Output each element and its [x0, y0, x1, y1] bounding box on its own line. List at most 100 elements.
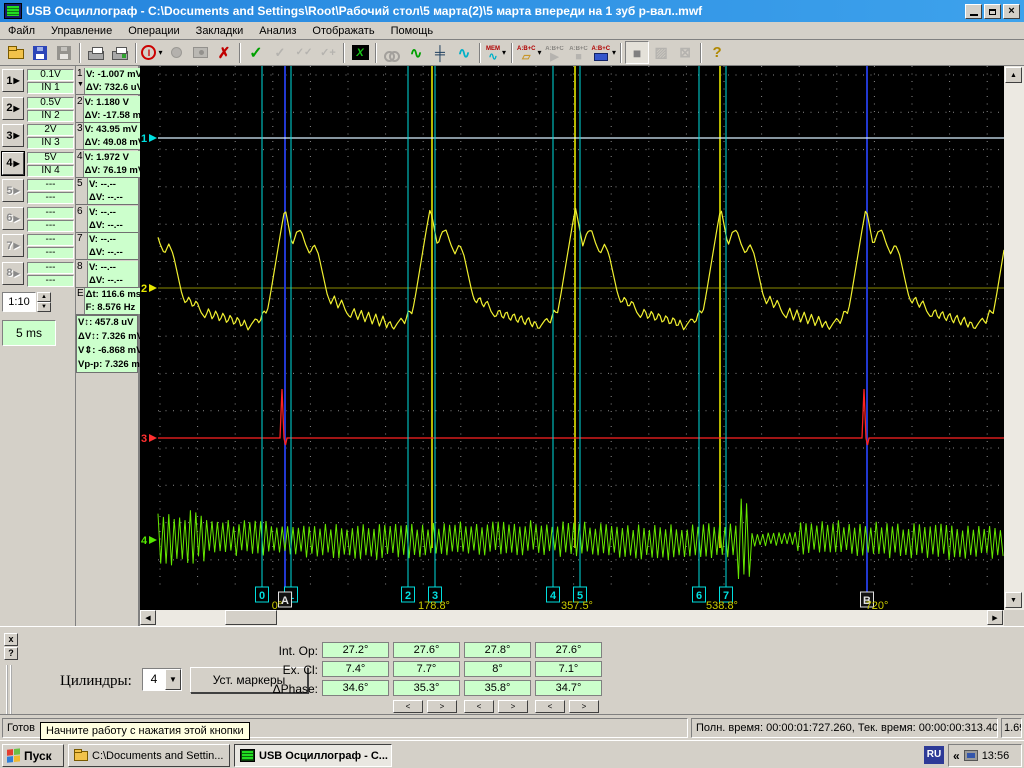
channel-6-range[interactable]: --- — [27, 206, 74, 219]
channel-6-input[interactable]: --- — [27, 219, 74, 232]
delete-markers-button[interactable]: ✗ — [212, 41, 236, 64]
pager-prev-button[interactable]: < — [464, 700, 494, 713]
display-tray-icon[interactable] — [963, 750, 978, 761]
channel-1-input[interactable]: IN 1 — [27, 82, 74, 94]
start-button[interactable]: Пуск — [2, 744, 64, 767]
channel-1-button[interactable]: 1 ▶ — [2, 69, 24, 92]
menu-Файл[interactable]: Файл — [0, 23, 43, 39]
xy-mode-button[interactable]: X — [348, 41, 372, 64]
dropdown-arrow-icon[interactable]: ▾ — [502, 48, 506, 57]
print-button[interactable] — [84, 41, 108, 64]
restore-button[interactable] — [984, 3, 1001, 19]
pager-next-button[interactable]: > — [569, 700, 599, 713]
display-x-button[interactable]: ⊠ — [673, 41, 697, 64]
scroll-left-button[interactable]: ◀ — [140, 610, 156, 625]
start-stop-acquisition-button[interactable]: I ▾ — [140, 41, 164, 64]
display-single-button[interactable]: ■ — [625, 41, 650, 64]
tray-chevron-button[interactable]: « — [953, 749, 960, 763]
record-button[interactable] — [164, 41, 188, 64]
dropdown-arrow-icon[interactable]: ▾ — [538, 48, 542, 57]
pager-next-button[interactable]: > — [498, 700, 528, 713]
panel-help-button[interactable]: ? — [4, 647, 18, 660]
channel-3-button[interactable]: 3 ▶ — [2, 124, 24, 147]
menu-Закладки[interactable]: Закладки — [188, 23, 252, 39]
channel-7-range[interactable]: --- — [27, 234, 74, 246]
task-button-2[interactable]: USB Осциллограф - С... — [234, 744, 392, 767]
channel-5-input[interactable]: --- — [27, 192, 74, 204]
channel-8-range[interactable]: --- — [27, 261, 74, 274]
menu-Отображать[interactable]: Отображать — [304, 23, 382, 39]
menu-Анализ[interactable]: Анализ — [251, 23, 304, 39]
export-file-button[interactable] — [52, 41, 76, 64]
language-indicator[interactable]: RU — [924, 746, 944, 764]
help-button[interactable]: ? — [705, 41, 729, 64]
timebase-value[interactable]: 5 ms — [2, 320, 56, 346]
channel-3-input[interactable]: IN 3 — [27, 137, 74, 149]
search-button[interactable] — [380, 41, 404, 64]
channel-7-input[interactable]: --- — [27, 247, 74, 259]
abc-stop-button[interactable]: A:B+C ■ — [567, 41, 591, 64]
vertical-cursors-button[interactable]: ╪ — [428, 41, 452, 64]
channel-5-button[interactable]: 5 ▶ — [2, 179, 24, 202]
apply-check-button[interactable]: ✓ — [244, 41, 268, 64]
channel-6-button[interactable]: 6 ▶ — [2, 206, 24, 230]
analysis-panel: x ? Цилиндры: 4 ▼ Уст. маркеры Int. Op: 2… — [0, 626, 1024, 735]
check-save-button[interactable]: ✓ — [268, 41, 292, 64]
close-button[interactable]: × — [1003, 3, 1020, 19]
channel-1-range[interactable]: 0.1V — [27, 69, 74, 81]
pager-prev-button[interactable]: < — [535, 700, 565, 713]
abc-dialog-button[interactable]: A:B+C ▾ — [591, 41, 618, 64]
check-double-button[interactable]: ✓✓ — [292, 41, 316, 64]
spin-down-button[interactable]: ▼ — [37, 302, 51, 312]
dropdown-arrow-icon[interactable]: ▾ — [158, 48, 162, 57]
abc-open-button[interactable]: A:B+C ▱ ▾ — [516, 41, 543, 64]
scroll-thumb[interactable] — [225, 610, 277, 625]
channel-7-button[interactable]: 7 ▶ — [2, 234, 24, 257]
save-file-button[interactable] — [28, 41, 52, 64]
scroll-right-button[interactable]: ▶ — [987, 610, 1003, 625]
channel-8-button[interactable]: 8 ▶ — [2, 261, 24, 285]
scroll-down-button[interactable]: ▼ — [1005, 592, 1022, 608]
search-signal-button[interactable]: ∿ — [404, 41, 428, 64]
channel-8-input[interactable]: --- — [27, 274, 74, 287]
channel-2-marker[interactable]: 2 — [141, 283, 147, 295]
dropdown-arrow-icon[interactable]: ▼ — [165, 669, 181, 690]
cylinders-select[interactable]: 4 ▼ — [142, 668, 182, 691]
minimize-button[interactable] — [965, 3, 982, 19]
channel-4-button[interactable]: 4 ▶ — [1, 150, 25, 176]
dropdown-arrow-icon[interactable]: ▾ — [612, 48, 616, 57]
menu-Помощь[interactable]: Помощь — [383, 23, 442, 39]
channel-2-input[interactable]: IN 2 — [27, 109, 74, 122]
open-file-button[interactable] — [4, 41, 28, 64]
spinner-arrows: ▲ ▼ — [37, 292, 51, 312]
snapshot-button[interactable] — [188, 41, 212, 64]
wave-cursors-button[interactable]: ∿ — [452, 41, 476, 64]
channel-4-marker[interactable]: 4 — [141, 535, 148, 547]
task-button-1[interactable]: C:\Documents and Settin... — [68, 744, 230, 767]
channel-3-marker[interactable]: 3 — [141, 433, 147, 445]
pager-next-button[interactable]: > — [427, 700, 457, 713]
channel-2-button[interactable]: 2 ▶ — [2, 96, 24, 120]
abc-play-button[interactable]: A:B+C ▶ — [543, 41, 567, 64]
menu-Управление[interactable]: Управление — [43, 23, 120, 39]
vertical-scrollbar[interactable]: ▲ ▼ — [1004, 66, 1024, 610]
menu-Операции[interactable]: Операции — [120, 23, 187, 39]
scroll-up-button[interactable]: ▲ — [1005, 67, 1022, 83]
pager-prev-button[interactable]: < — [393, 700, 423, 713]
channel-2-range[interactable]: 0.5V — [27, 96, 74, 109]
memory-wave-button[interactable]: MEM ∿ ▾ — [484, 41, 508, 64]
panel-close-button[interactable]: x — [4, 633, 18, 646]
channel-1-marker[interactable]: 1 — [141, 133, 147, 145]
channel-3-range[interactable]: 2V — [27, 124, 74, 136]
probe-ratio-value[interactable]: 1:10 — [2, 292, 36, 312]
horizontal-scrollbar[interactable]: ◀ ▶ — [140, 610, 1004, 626]
display-dither-button[interactable]: ▨ — [649, 41, 673, 64]
check-add-button[interactable]: ✓+ — [316, 41, 340, 64]
spin-up-button[interactable]: ▲ — [37, 292, 51, 302]
channel-row-6: 6 ▶ --- --- — [0, 206, 76, 232]
channel-4-range[interactable]: 5V — [27, 151, 74, 164]
table-cell: 7.4° — [322, 661, 389, 677]
channel-5-range[interactable]: --- — [27, 179, 74, 191]
channel-4-input[interactable]: IN 4 — [27, 164, 74, 177]
print-setup-button[interactable] — [108, 41, 132, 64]
